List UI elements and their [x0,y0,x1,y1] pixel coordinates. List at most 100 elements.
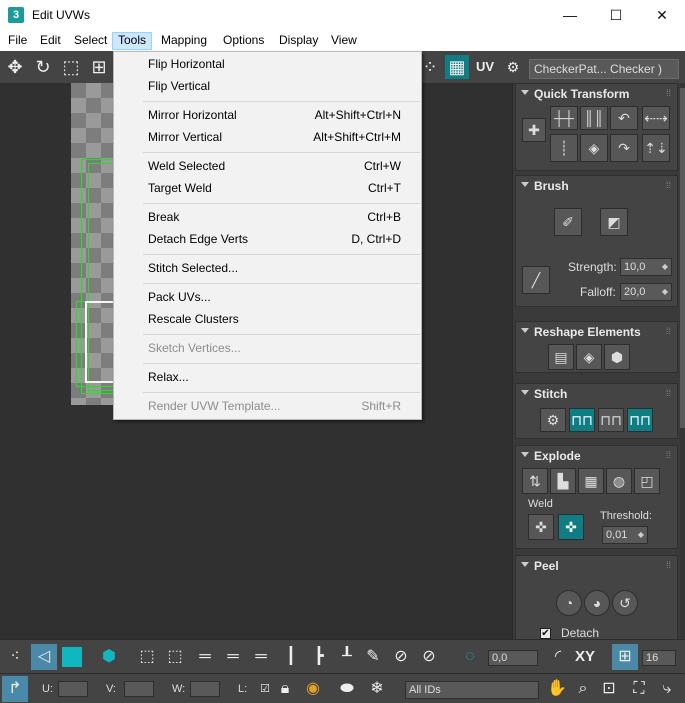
menu-options[interactable]: Options [218,32,269,50]
menu-item-pack-uvs[interactable]: Pack UVs... [115,286,420,308]
rotate-ccw-icon[interactable]: ↶ [610,106,638,130]
menu-select[interactable]: Select [69,32,112,50]
paint-shrink-icon[interactable]: ⊘ [416,644,442,670]
relax-brush-icon[interactable]: ◩ [600,208,628,236]
collapse-icon[interactable] [521,90,529,95]
vertex-mode-icon[interactable]: ⁖ [2,644,28,670]
rollout-title[interactable]: Stitch [534,387,567,401]
strength-spinner[interactable]: 10,0 [620,258,672,276]
menu-mapping[interactable]: Mapping [156,32,212,50]
threshold-spinner[interactable]: 0,01 [602,526,648,544]
weld-all-selected-icon[interactable]: ✜ [528,514,554,540]
align-x-icon[interactable]: ┊ [550,134,578,162]
space-vertical-icon[interactable]: ⇡⇣ [642,134,670,162]
rollout-title[interactable]: Quick Transform [534,87,629,101]
material-id-select[interactable]: All IDs [405,681,539,699]
space-horizontal-icon[interactable]: ⇠⇢ [642,106,670,130]
snap-icon[interactable]: ⤷ [654,676,680,702]
relax-until-flat-icon[interactable]: ◈ [576,344,602,370]
menu-item-stitch-selected[interactable]: Stitch Selected... [115,257,420,279]
rollout-title[interactable]: Peel [534,559,559,573]
falloff-distance-field[interactable]: 16 [642,650,676,666]
menu-item-flip-vertical[interactable]: Flip Vertical [115,75,420,97]
menu-item-relax[interactable]: Relax... [115,366,420,388]
texture-settings-icon[interactable]: ⚙ [501,55,525,79]
checker-map-select[interactable]: CheckerPat... Checker ) [529,59,679,79]
move-icon[interactable]: ✥ [3,55,27,79]
u-field[interactable] [58,681,88,697]
rollout-title[interactable]: Reshape Elements [534,325,641,339]
collapse-icon[interactable] [521,452,529,457]
absolute-offset-icon[interactable]: ↱ [2,676,28,702]
grow-selection-icon[interactable]: ⬚ [134,644,160,670]
zoom-extents-icon[interactable]: ⛶ [626,676,652,702]
brush-falloff-icon[interactable]: ╱ [522,266,550,294]
scrollbar-thumb[interactable] [680,88,685,428]
falloff-curve-icon[interactable]: ◜ [545,644,571,670]
menu-item-flip-horizontal[interactable]: Flip Horizontal [115,53,420,75]
falloff-angle-field[interactable]: 0,0 [488,650,538,666]
rotate-cw-icon[interactable]: ↷ [610,134,638,162]
break-by-material-icon[interactable]: ▦ [578,468,604,494]
xy-space-button[interactable]: XY [572,644,598,670]
checker-toggle-icon[interactable]: ▦ [445,55,469,79]
quick-peel-icon[interactable]: ◔ [556,590,582,616]
rollout-title[interactable]: Brush [534,179,569,193]
menu-edit[interactable]: Edit [35,32,66,50]
relax-icon[interactable]: ⬢ [604,344,630,370]
brush-select-icon[interactable]: ✎ [360,644,386,670]
menu-display[interactable]: Display [274,32,323,50]
menu-item-break[interactable]: Break Ctrl+B [115,206,420,228]
loop-icon[interactable]: ═ [192,644,218,670]
menu-item-detach-edge-verts[interactable]: Detach Edge Verts D, Ctrl+D [115,228,420,250]
ring-grow-icon[interactable]: ┣ [306,644,332,670]
straighten-selection-icon[interactable]: ▤ [548,344,574,370]
detach-checkbox[interactable]: ✔ [540,628,551,639]
break-by-polygon-icon[interactable]: ⇅ [522,468,548,494]
menu-view[interactable]: View [326,32,362,50]
shrink-selection-icon[interactable]: ⬚ [162,644,188,670]
element-mode-icon[interactable]: ⬢ [96,644,122,670]
panel-scrollbar[interactable] [680,83,685,639]
reset-peel-icon[interactable]: ↺ [612,590,638,616]
edge-mode-icon[interactable]: ◁ [31,644,57,670]
collapse-icon[interactable] [521,562,529,567]
menu-item-weld-selected[interactable]: Weld Selected Ctrl+W [115,155,420,177]
collapse-icon[interactable] [521,328,529,333]
break-by-uv-icon[interactable]: ◰ [634,468,660,494]
pan-icon[interactable]: ✋ [544,676,570,702]
falloff-spinner[interactable]: 20,0 [620,283,672,301]
maximize-button[interactable]: ☐ [593,0,639,31]
paint-move-icon[interactable]: ✐ [554,208,582,236]
soft-selection-icon[interactable]: ◌ [457,644,483,670]
distance-mode-icon[interactable]: ⊞ [612,644,638,670]
stitch-custom-icon[interactable]: ⚙ [540,408,566,432]
break-by-smoothing-icon[interactable]: ▙ [550,468,576,494]
align-icon[interactable]: ✚ [522,118,546,142]
collapse-icon[interactable] [521,390,529,395]
lock-icon[interactable]: 🔒︎ [272,676,298,702]
zoom-region-icon[interactable]: ⊡ [596,676,622,702]
straighten-icon[interactable]: ◈ [580,134,608,162]
align-vertical-icon[interactable]: ║║ [580,106,608,130]
loop-grow-icon[interactable]: ═ [220,644,246,670]
weld-by-threshold-icon[interactable]: ✜ [558,514,584,540]
ring-shrink-icon[interactable]: ┃ [278,644,304,670]
menu-item-rescale-clusters[interactable]: Rescale Clusters [115,308,420,330]
break-all-icon[interactable]: ◍ [606,468,632,494]
paint-select-icon[interactable]: ┸ [334,644,360,670]
stitch-to-target-icon[interactable]: ⊓⊓ [569,408,595,432]
close-button[interactable]: ✕ [639,0,685,31]
menu-item-mirror-horizontal[interactable]: Mirror Horizontal Alt+Shift+Ctrl+N [115,104,420,126]
uv-toggle-button[interactable]: UV [473,55,497,79]
collapse-icon[interactable] [521,182,529,187]
freeform-icon[interactable]: ⊞ [87,55,111,79]
ring-icon[interactable]: ═ [248,644,274,670]
align-horizontal-icon[interactable]: ┼┼ [550,106,578,130]
show-hidden-icon[interactable]: ◉ [300,676,326,702]
stitch-to-source-icon[interactable]: ⊓⊓ [627,408,653,432]
uv-selection[interactable] [85,301,115,383]
menu-tools[interactable]: Tools [112,32,153,50]
w-field[interactable] [190,681,220,697]
hide-icon[interactable]: ⬬ [334,676,360,702]
